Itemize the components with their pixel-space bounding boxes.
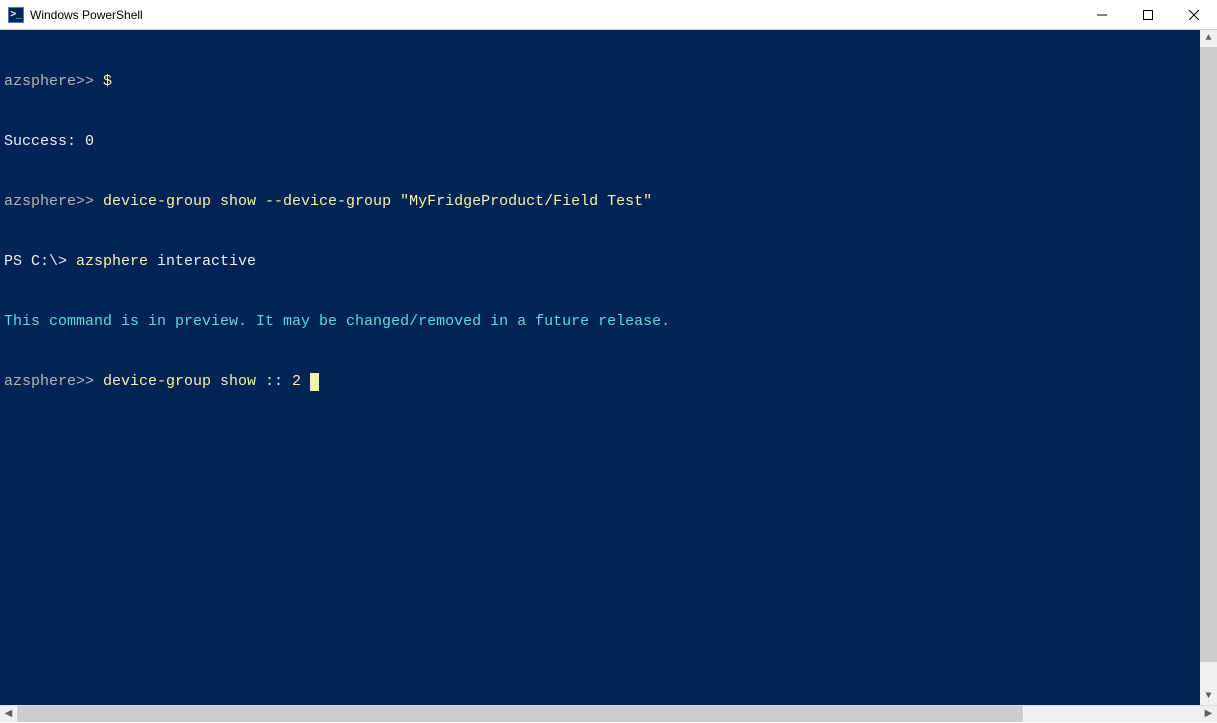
prompt: azsphere>> bbox=[4, 373, 94, 390]
output-line: Success: 0 bbox=[0, 132, 1217, 152]
minimize-button[interactable] bbox=[1079, 0, 1125, 29]
scroll-left-arrow[interactable]: ◀ bbox=[0, 706, 17, 723]
scroll-track[interactable] bbox=[17, 706, 1200, 722]
cursor bbox=[310, 373, 319, 391]
powershell-icon: >_ bbox=[8, 7, 24, 23]
maximize-button[interactable] bbox=[1125, 0, 1171, 29]
window-title: Windows PowerShell bbox=[30, 8, 1079, 22]
terminal[interactable]: azsphere>> $ Success: 0 azsphere>> devic… bbox=[0, 30, 1217, 705]
scroll-thumb[interactable] bbox=[1200, 47, 1217, 662]
window-controls bbox=[1079, 0, 1217, 29]
command-text: $ bbox=[94, 73, 112, 90]
scroll-track[interactable] bbox=[1200, 47, 1217, 688]
scroll-down-arrow[interactable]: ▼ bbox=[1200, 688, 1217, 705]
command-text: device-group show :: 2 bbox=[94, 373, 310, 390]
command-text: interactive bbox=[148, 253, 256, 270]
command-text: azsphere bbox=[67, 253, 148, 270]
prompt: azsphere>> bbox=[4, 73, 94, 90]
command-text: device-group show --device-group "MyFrid… bbox=[94, 193, 652, 210]
titlebar: >_ Windows PowerShell bbox=[0, 0, 1217, 30]
terminal-content[interactable]: azsphere>> $ Success: 0 azsphere>> devic… bbox=[0, 30, 1217, 705]
horizontal-scrollbar[interactable]: ◀ ▶ bbox=[0, 705, 1217, 722]
powershell-icon-glyph: >_ bbox=[10, 9, 21, 20]
prompt: PS C:\> bbox=[4, 253, 67, 270]
scroll-up-arrow[interactable]: ▲ bbox=[1200, 30, 1217, 47]
close-button[interactable] bbox=[1171, 0, 1217, 29]
preview-warning: This command is in preview. It may be ch… bbox=[0, 312, 1217, 332]
vertical-scrollbar[interactable]: ▲ ▼ bbox=[1200, 30, 1217, 705]
scroll-right-arrow[interactable]: ▶ bbox=[1200, 706, 1217, 723]
scroll-thumb[interactable] bbox=[17, 706, 1023, 722]
prompt: azsphere>> bbox=[4, 193, 94, 210]
